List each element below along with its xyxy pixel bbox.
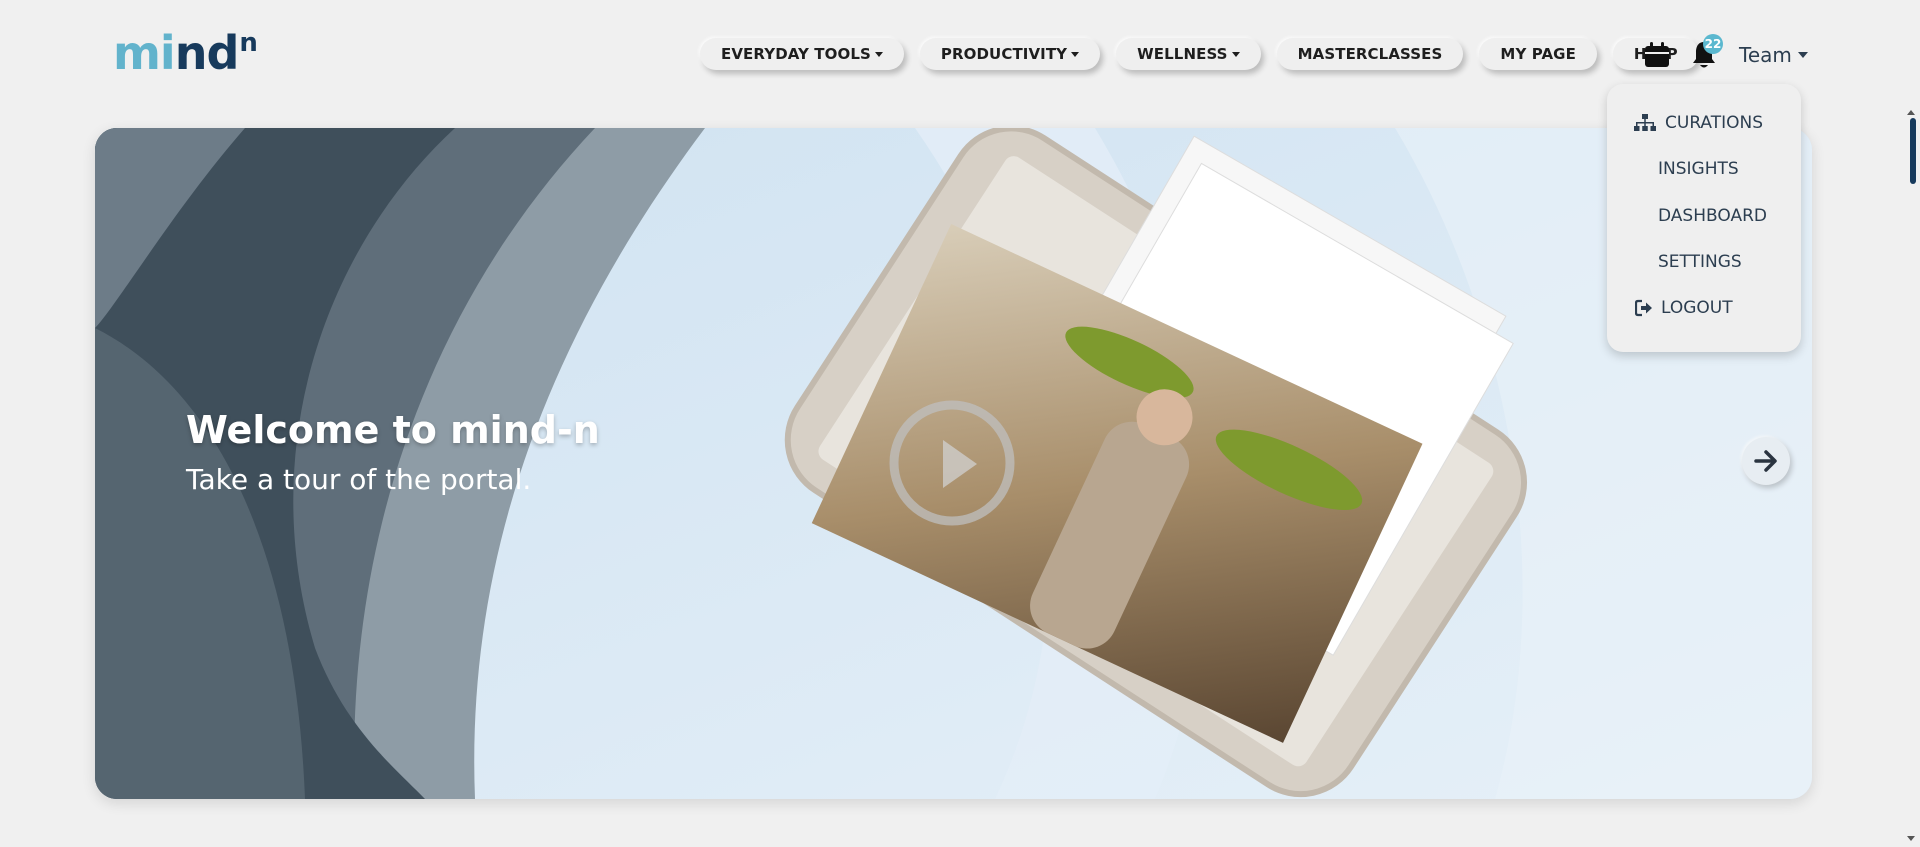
scroll-up-arrow[interactable] <box>1907 110 1915 115</box>
calendar-icon[interactable] <box>1644 42 1670 68</box>
nav-everyday-tools-label: EVERYDAY TOOLS <box>721 45 871 63</box>
page-scrollbar-thumb[interactable] <box>1910 118 1916 184</box>
nav-productivity[interactable]: PRODUCTIVITY <box>919 38 1101 70</box>
menu-item-insights-label: INSIGHTS <box>1658 159 1739 179</box>
user-menu-toggle[interactable]: Team <box>1739 40 1808 70</box>
nav-my-page[interactable]: MY PAGE <box>1479 38 1597 70</box>
caret-down-icon <box>1071 51 1080 57</box>
nav-masterclasses-label: MASTERCLASSES <box>1297 45 1443 63</box>
arrow-right-icon <box>1754 450 1777 472</box>
nav-everyday-tools[interactable]: EVERYDAY TOOLS <box>700 38 904 70</box>
caret-down-icon <box>1797 52 1808 58</box>
scroll-down-arrow[interactable] <box>1907 836 1915 841</box>
logout-icon <box>1635 299 1652 317</box>
menu-item-curations[interactable]: CURATIONS <box>1634 108 1763 138</box>
logo-wordmark: mind <box>113 26 240 80</box>
menu-item-dashboard-label: DASHBOARD <box>1658 206 1767 226</box>
logo-text-part1: mi <box>113 26 176 80</box>
menu-item-logout-label: LOGOUT <box>1661 298 1733 318</box>
mindn-logo[interactable]: mind n <box>113 28 258 78</box>
nav-wellness-label: WELLNESS <box>1137 45 1228 63</box>
menu-item-dashboard[interactable]: DASHBOARD <box>1658 201 1767 231</box>
menu-item-insights[interactable]: INSIGHTS <box>1658 154 1739 184</box>
menu-item-settings-label: SETTINGS <box>1658 252 1742 272</box>
nav-masterclasses[interactable]: MASTERCLASSES <box>1276 38 1464 70</box>
notification-badge: 22 <box>1703 34 1723 54</box>
sitemap-icon <box>1634 114 1656 131</box>
hero-carousel: Welcome to mind-n Take a tour of the por… <box>95 128 1812 799</box>
user-dropdown-menu: CURATIONS INSIGHTS DASHBOARD SETTINGS LO… <box>1607 84 1801 352</box>
caret-down-icon <box>874 51 883 57</box>
caret-down-icon <box>1231 51 1240 57</box>
nav-productivity-label: PRODUCTIVITY <box>940 45 1068 63</box>
nav-wellness[interactable]: WELLNESS <box>1116 38 1261 70</box>
hero-title: Welcome to mind-n <box>186 408 600 452</box>
hero-subtitle: Take a tour of the portal. <box>186 463 532 496</box>
main-nav: EVERYDAY TOOLS PRODUCTIVITY WELLNESS MAS… <box>700 38 1715 70</box>
nav-my-page-label: MY PAGE <box>1500 45 1576 63</box>
menu-item-settings[interactable]: SETTINGS <box>1658 247 1742 277</box>
menu-item-curations-label: CURATIONS <box>1665 113 1764 133</box>
user-menu-label: Team <box>1739 43 1792 67</box>
logo-superscript: n <box>239 28 258 58</box>
carousel-next-button[interactable] <box>1742 437 1790 485</box>
menu-item-logout[interactable]: LOGOUT <box>1635 293 1733 323</box>
logo-text-part2: nd <box>174 26 240 80</box>
